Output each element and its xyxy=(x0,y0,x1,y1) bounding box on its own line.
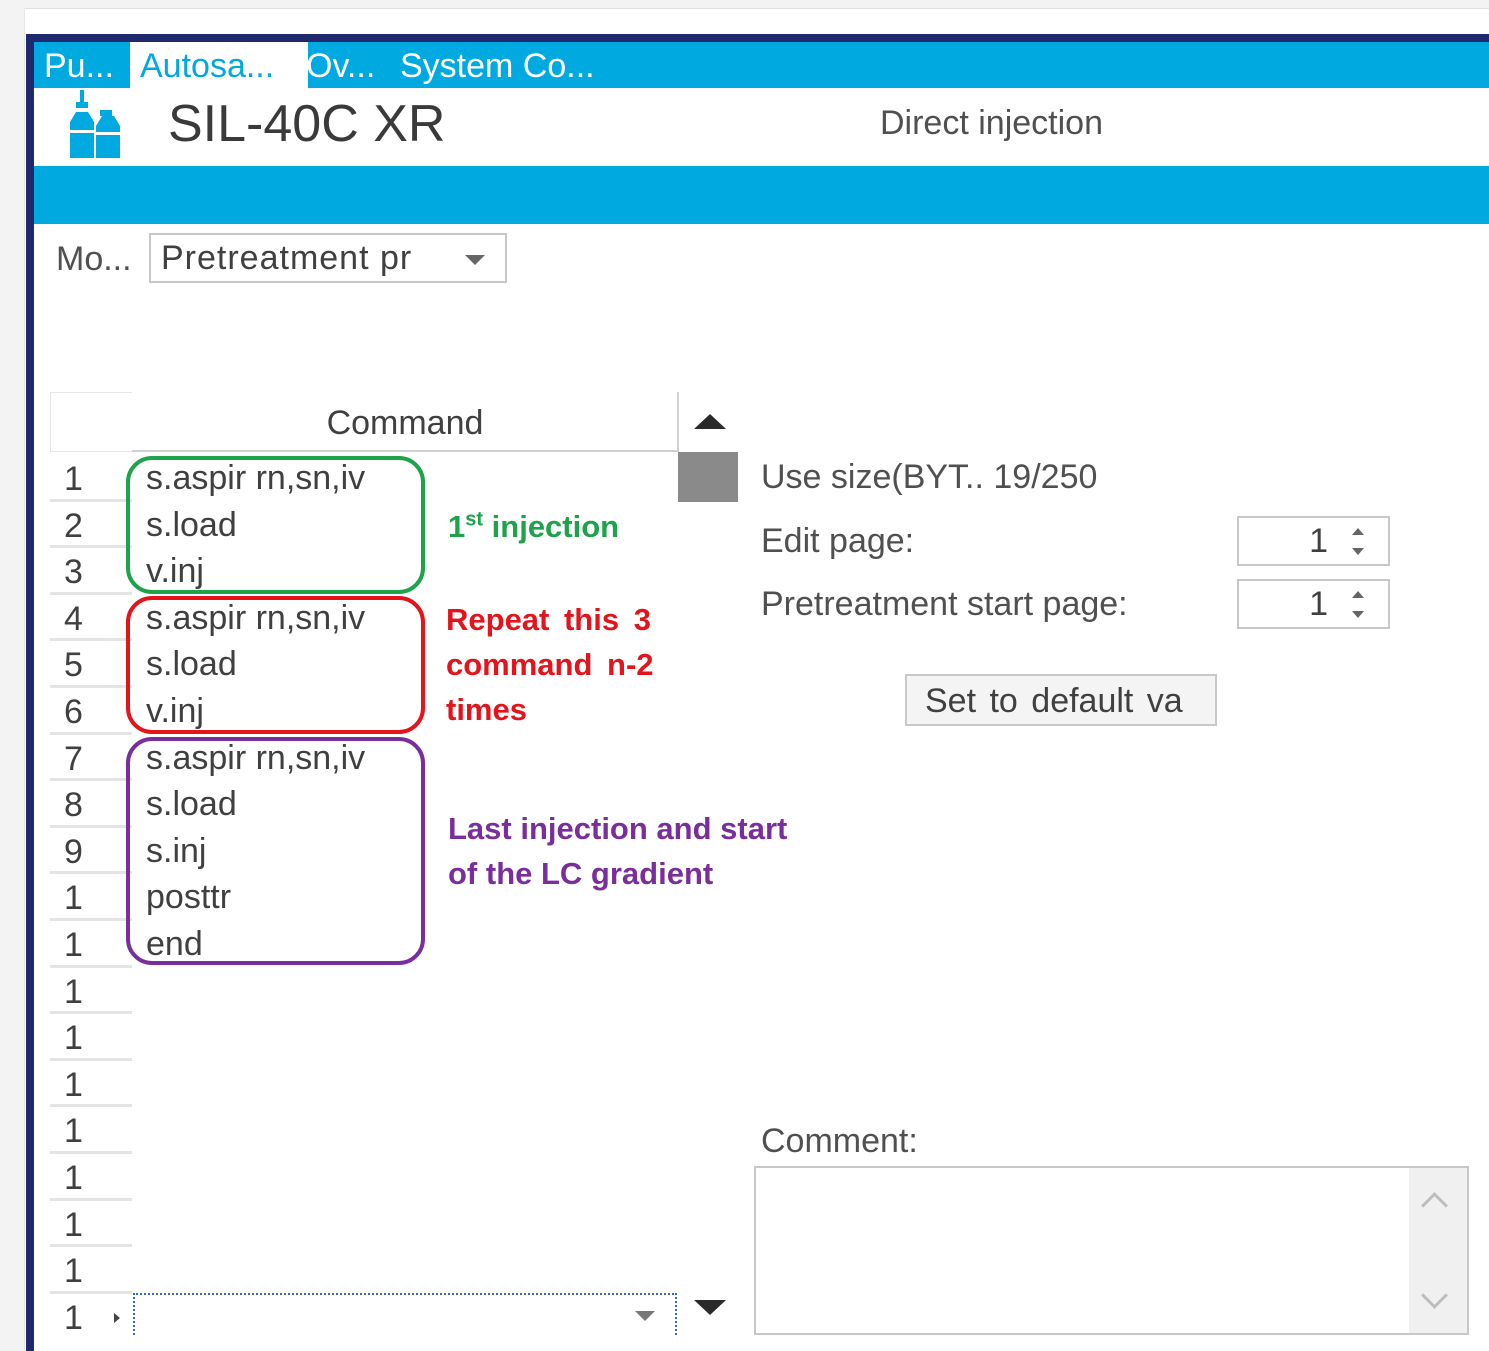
comment-label: Comment: xyxy=(761,1122,918,1160)
start-page-value: 1 xyxy=(1309,585,1328,623)
repeat-note: Repeat this 3 command n-2 times xyxy=(446,602,654,727)
row-number[interactable]: 4 xyxy=(50,595,132,642)
row-number[interactable]: 1 xyxy=(50,968,132,1015)
stepper-up-icon[interactable] xyxy=(1352,528,1364,535)
row-number[interactable]: 1 xyxy=(50,921,132,968)
last-injection-note: Last injection and start of the LC gradi… xyxy=(448,811,788,891)
injection-mode-text: Direct injection xyxy=(880,104,1103,142)
row-number[interactable]: 6 xyxy=(50,688,132,735)
repeat-commands-highlight xyxy=(126,596,425,734)
scroll-up-arrow-icon[interactable] xyxy=(694,414,726,429)
autosampler-icon xyxy=(70,90,120,158)
chevron-down-icon[interactable] xyxy=(635,1311,655,1321)
row-number[interactable]: 1 xyxy=(50,1061,132,1108)
tab-pump[interactable]: Pu... xyxy=(44,42,130,88)
new-command-cell[interactable] xyxy=(133,1293,677,1335)
grid-scrollbar-thumb[interactable] xyxy=(678,452,738,502)
row-number[interactable]: 2 xyxy=(50,502,132,549)
row-number[interactable]: 1 xyxy=(50,874,132,921)
row-number[interactable]: 1 xyxy=(50,1247,132,1294)
mode-dropdown-value: Pretreatment pr xyxy=(161,239,413,277)
grid-corner xyxy=(50,392,132,452)
row-number[interactable]: 7 xyxy=(50,735,132,782)
row-number[interactable]: 1 xyxy=(50,1014,132,1061)
command-column-header[interactable]: Command xyxy=(132,392,678,452)
stepper-down-icon[interactable] xyxy=(1352,611,1364,618)
row-number[interactable]: 1 xyxy=(50,1107,132,1154)
comment-textarea[interactable] xyxy=(754,1166,1469,1335)
set-default-values-button[interactable]: Set to default va xyxy=(905,674,1217,726)
column-separator xyxy=(677,392,679,452)
pretreatment-start-page-stepper[interactable]: 1 xyxy=(1237,579,1390,629)
first-injection-note: 1st injection xyxy=(448,508,620,544)
pretreatment-start-page-label: Pretreatment start page: xyxy=(761,585,1128,623)
row-number[interactable]: 8 xyxy=(50,781,132,828)
use-size-readout: Use size(BYT.. 19/250 xyxy=(761,458,1098,496)
row-number[interactable]: 9 xyxy=(50,828,132,875)
chevron-down-icon xyxy=(465,255,485,265)
stepper-down-icon[interactable] xyxy=(1352,548,1364,555)
tab-oven[interactable]: Ov... xyxy=(306,42,390,88)
row-number[interactable]: 3 xyxy=(50,548,132,595)
left-background xyxy=(0,8,25,1351)
edit-page-stepper[interactable]: 1 xyxy=(1237,516,1390,566)
header-band xyxy=(34,166,1489,224)
comment-scrollbar[interactable] xyxy=(1409,1168,1467,1333)
row-number[interactable]: 1 xyxy=(50,455,132,502)
scroll-down-arrow-icon[interactable] xyxy=(694,1300,726,1315)
row-number[interactable]: 1 xyxy=(50,1154,132,1201)
model-title: SIL-40C XR xyxy=(168,95,446,153)
last-injection-highlight xyxy=(126,737,425,965)
row-number[interactable]: 5 xyxy=(50,641,132,688)
mode-dropdown[interactable]: Pretreatment pr xyxy=(149,233,507,283)
chevron-down-icon[interactable] xyxy=(1421,1282,1448,1309)
edit-page-value: 1 xyxy=(1309,522,1328,560)
stepper-up-icon[interactable] xyxy=(1352,591,1364,598)
mode-label: Mo... xyxy=(56,240,132,278)
edit-page-label: Edit page: xyxy=(761,522,915,560)
current-row-indicator-icon xyxy=(114,1313,120,1323)
chevron-up-icon[interactable] xyxy=(1421,1192,1448,1219)
row-number[interactable]: 1 xyxy=(50,1201,132,1248)
top-background xyxy=(0,0,1489,9)
first-injection-highlight xyxy=(126,456,425,594)
tab-system-config[interactable]: System Co... xyxy=(400,42,620,88)
tab-autosampler[interactable]: Autosa... xyxy=(130,42,308,88)
tab-strip: Pu... Autosa... Ov... System Co... xyxy=(34,42,1489,88)
